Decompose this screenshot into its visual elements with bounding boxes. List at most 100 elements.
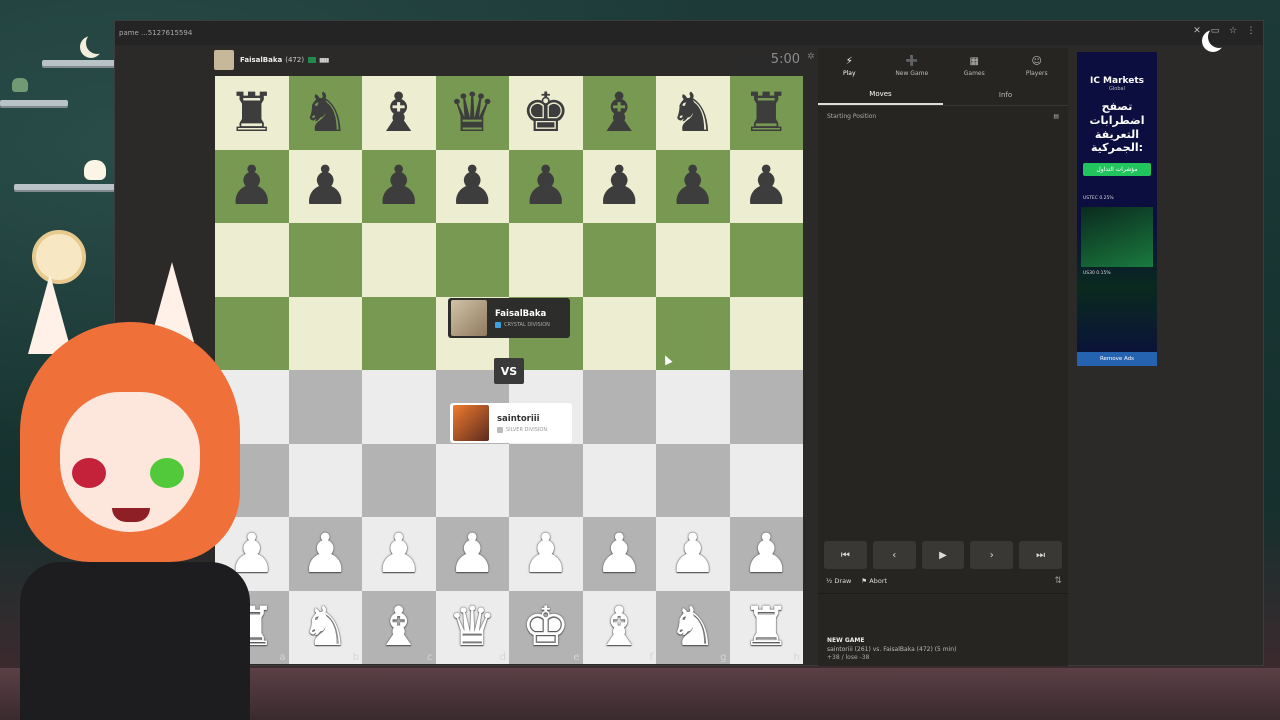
board-square[interactable] bbox=[582, 223, 656, 297]
address-bar[interactable]: pame ...5127615594 ✕ ▭ ☆ ⋮ bbox=[115, 21, 1263, 45]
board-square[interactable]: ♟ bbox=[215, 149, 289, 223]
board-square[interactable] bbox=[288, 443, 362, 517]
abort-button[interactable]: ⚑ Abort bbox=[861, 577, 887, 585]
white-pawn[interactable]: ♟ bbox=[301, 526, 349, 581]
board-square[interactable] bbox=[729, 370, 803, 444]
board-square[interactable]: ♟ bbox=[656, 149, 730, 223]
remove-ads-button[interactable]: Remove Ads bbox=[1077, 352, 1157, 366]
board-square[interactable] bbox=[362, 443, 436, 517]
black-pawn[interactable]: ♟ bbox=[375, 159, 423, 213]
board-square[interactable] bbox=[582, 443, 656, 517]
tab-players[interactable]: ☺ Players bbox=[1006, 48, 1069, 84]
white-knight[interactable]: ♞ bbox=[301, 600, 349, 654]
board-square[interactable] bbox=[509, 443, 583, 517]
white-pawn[interactable]: ♟ bbox=[375, 526, 423, 581]
board-square[interactable]: ♟ bbox=[509, 517, 583, 591]
board-square[interactable]: ♟ bbox=[362, 149, 436, 223]
board-square[interactable]: ♛ bbox=[435, 76, 509, 150]
black-pawn[interactable]: ♟ bbox=[742, 159, 790, 213]
black-pawn[interactable]: ♟ bbox=[448, 159, 496, 213]
board-square[interactable] bbox=[729, 296, 803, 370]
previous-move-button[interactable]: ‹ bbox=[872, 541, 916, 569]
board-square[interactable] bbox=[435, 443, 509, 517]
board-square[interactable]: ♞ b bbox=[288, 590, 362, 664]
tab-new-game[interactable]: ➕ New Game bbox=[881, 48, 944, 84]
black-queen[interactable]: ♛ bbox=[448, 85, 496, 140]
board-square[interactable]: ♟ bbox=[729, 149, 803, 223]
board-square[interactable]: ♟ bbox=[656, 517, 730, 591]
board-square[interactable]: ♟ bbox=[362, 517, 436, 591]
board-square[interactable]: ♝ f bbox=[582, 590, 656, 664]
board-square[interactable] bbox=[288, 370, 362, 444]
board-square[interactable]: ♟ bbox=[288, 149, 362, 223]
board-square[interactable]: ♜ h bbox=[729, 590, 803, 664]
white-pawn[interactable]: ♟ bbox=[595, 526, 643, 581]
settings-icon[interactable]: ✲ bbox=[807, 52, 815, 62]
ad-cta-button[interactable]: مؤشرات التداول bbox=[1083, 163, 1151, 176]
board-square[interactable]: ♟ bbox=[435, 517, 509, 591]
board-square[interactable] bbox=[656, 443, 730, 517]
white-bishop[interactable]: ♝ bbox=[595, 600, 643, 654]
board-square[interactable] bbox=[362, 370, 436, 444]
tab-games[interactable]: ▦ Games bbox=[943, 48, 1006, 84]
board-square[interactable] bbox=[582, 296, 656, 370]
board-square[interactable]: ♟ bbox=[729, 517, 803, 591]
board-square[interactable] bbox=[288, 223, 362, 297]
first-move-button[interactable]: ⏮ bbox=[824, 541, 867, 569]
board-square[interactable]: ♟ bbox=[582, 517, 656, 591]
player-name[interactable]: FaisalBaka bbox=[240, 56, 282, 64]
board-square[interactable]: ♞ bbox=[288, 76, 362, 150]
board-square[interactable] bbox=[362, 223, 436, 297]
board-square[interactable]: ♜ bbox=[215, 76, 289, 150]
white-pawn[interactable]: ♟ bbox=[448, 526, 496, 581]
black-king[interactable]: ♚ bbox=[522, 85, 570, 140]
board-square[interactable]: ♚ bbox=[509, 76, 583, 150]
black-rook[interactable]: ♜ bbox=[228, 85, 276, 140]
white-king[interactable]: ♚ bbox=[522, 600, 570, 654]
board-square[interactable]: ♟ bbox=[582, 149, 656, 223]
tab-info[interactable]: Info bbox=[943, 84, 1068, 105]
black-pawn[interactable]: ♟ bbox=[301, 159, 349, 213]
white-bishop[interactable]: ♝ bbox=[375, 600, 423, 654]
board-square[interactable] bbox=[509, 223, 583, 297]
play-button[interactable]: ▶ bbox=[921, 541, 965, 569]
board-square[interactable]: ♝ bbox=[362, 76, 436, 150]
white-pawn[interactable]: ♟ bbox=[522, 526, 570, 581]
white-pawn[interactable]: ♟ bbox=[669, 526, 717, 581]
white-rook[interactable]: ♜ bbox=[742, 600, 790, 654]
clipboard-icon[interactable]: ▤ bbox=[1053, 113, 1059, 120]
board-square[interactable] bbox=[729, 443, 803, 517]
board-square[interactable] bbox=[288, 296, 362, 370]
white-queen[interactable]: ♛ bbox=[448, 600, 496, 654]
tab-play[interactable]: ⚡ Play bbox=[818, 48, 881, 84]
board-square[interactable]: ♞ g bbox=[656, 590, 730, 664]
board-square[interactable]: ♟ bbox=[435, 149, 509, 223]
draw-button[interactable]: ½ Draw bbox=[826, 577, 851, 585]
black-pawn[interactable]: ♟ bbox=[228, 159, 276, 213]
board-square[interactable]: ♜ bbox=[729, 76, 803, 150]
white-knight[interactable]: ♞ bbox=[669, 600, 717, 654]
black-pawn[interactable]: ♟ bbox=[595, 159, 643, 213]
white-pawn[interactable]: ♟ bbox=[742, 526, 790, 581]
board-square[interactable] bbox=[435, 223, 509, 297]
black-knight[interactable]: ♞ bbox=[301, 85, 349, 140]
board-square[interactable]: ♝ c bbox=[362, 590, 436, 664]
black-pawn[interactable]: ♟ bbox=[522, 159, 570, 213]
extensions-icon[interactable]: ⋮ bbox=[1245, 26, 1257, 36]
next-move-button[interactable]: › bbox=[970, 541, 1014, 569]
board-square[interactable]: ♟ bbox=[288, 517, 362, 591]
black-knight[interactable]: ♞ bbox=[669, 85, 717, 140]
board-square[interactable] bbox=[729, 223, 803, 297]
black-bishop[interactable]: ♝ bbox=[375, 85, 423, 140]
black-bishop[interactable]: ♝ bbox=[595, 85, 643, 140]
board-square[interactable]: ♟ bbox=[509, 149, 583, 223]
board-square[interactable]: ♝ bbox=[582, 76, 656, 150]
black-pawn[interactable]: ♟ bbox=[669, 159, 717, 213]
advertisement[interactable]: IC Markets Global تصفح اضطرابات التعريفة… bbox=[1077, 52, 1157, 366]
avatar[interactable] bbox=[214, 50, 234, 70]
board-square[interactable] bbox=[656, 370, 730, 444]
last-move-button[interactable]: ⏭ bbox=[1019, 541, 1062, 569]
flip-board-icon[interactable]: ⇅ bbox=[1054, 576, 1062, 586]
board-square[interactable] bbox=[582, 370, 656, 444]
board-square[interactable]: ♚ e bbox=[509, 590, 583, 664]
